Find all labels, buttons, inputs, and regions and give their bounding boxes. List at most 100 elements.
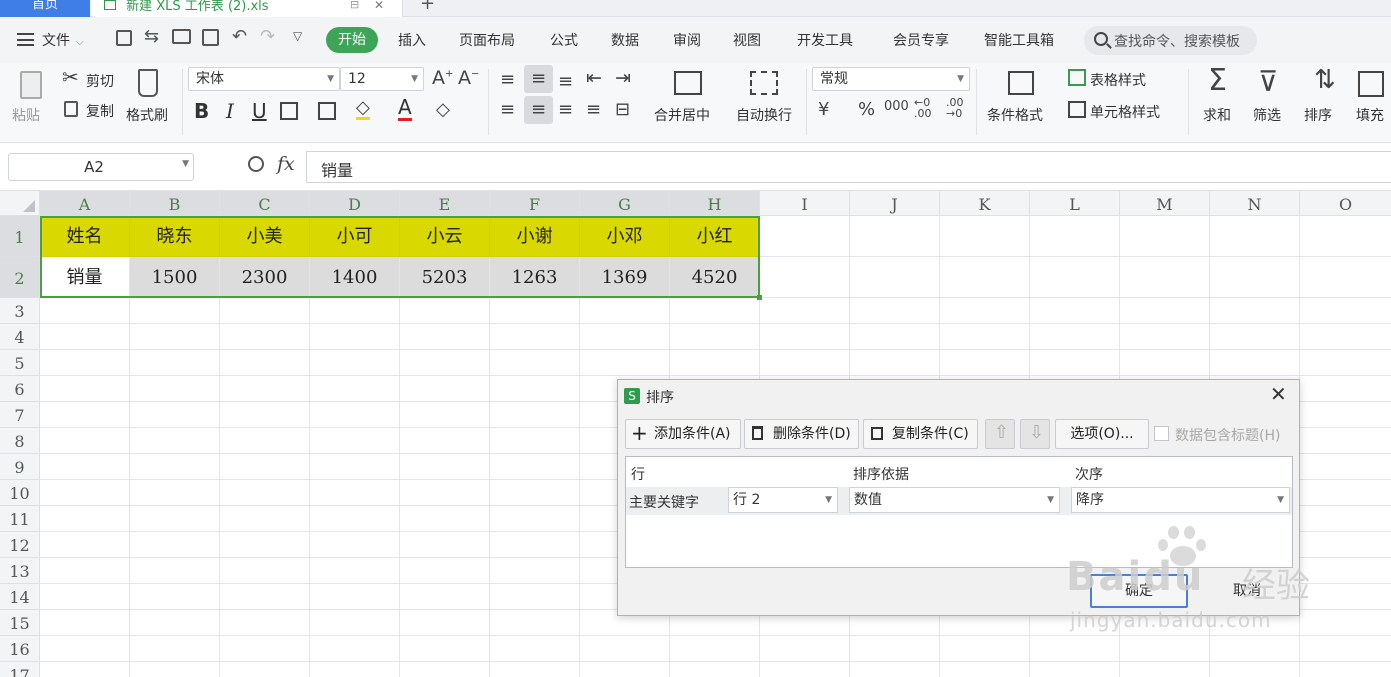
cell-f5[interactable] <box>490 350 580 376</box>
row-header-10[interactable]: 10 <box>0 480 40 506</box>
column-header-k[interactable]: K <box>940 191 1030 216</box>
cell-o4[interactable] <box>1300 324 1391 350</box>
name-box[interactable]: A2 ▼ <box>8 153 194 181</box>
cell-c4[interactable] <box>220 324 310 350</box>
cell-c6[interactable] <box>220 376 310 402</box>
increase-indent-icon[interactable]: ⇥ <box>615 67 631 89</box>
cell-e7[interactable] <box>400 402 490 428</box>
cell-l5[interactable] <box>1030 350 1120 376</box>
align-left-icon[interactable]: ≡ <box>500 99 515 120</box>
cell-i17[interactable] <box>760 662 850 677</box>
copy-button[interactable]: 复制 <box>60 99 120 123</box>
zoom-formula-icon[interactable] <box>248 156 264 172</box>
cell-o9[interactable] <box>1300 454 1391 480</box>
cell-a9[interactable] <box>40 454 130 480</box>
cell-i1[interactable] <box>760 216 850 257</box>
font-color-icon[interactable]: A <box>398 97 412 121</box>
print-icon[interactable] <box>172 29 191 44</box>
redo-icon[interactable]: ↷ <box>260 26 275 47</box>
currency-icon[interactable]: ¥ <box>818 99 829 120</box>
format-painter-button[interactable]: 格式刷 <box>124 67 176 127</box>
column-header-h[interactable]: H <box>670 191 760 216</box>
cell-a14[interactable] <box>40 584 130 610</box>
fill-button[interactable]: 填充 <box>1354 67 1391 127</box>
cell-c12[interactable] <box>220 532 310 558</box>
menu-tab-view[interactable]: 视图 <box>733 30 761 50</box>
cell-f9[interactable] <box>490 454 580 480</box>
cell-d4[interactable] <box>310 324 400 350</box>
cell-c3[interactable] <box>220 298 310 324</box>
menu-tab-review[interactable]: 审阅 <box>673 30 701 50</box>
cell-o17[interactable] <box>1300 662 1391 677</box>
cell-n17[interactable] <box>1210 662 1300 677</box>
copy-condition-button[interactable]: 复制条件(C) <box>863 419 978 449</box>
cell-k5[interactable] <box>940 350 1030 376</box>
cell-c11[interactable] <box>220 506 310 532</box>
cell-k4[interactable] <box>940 324 1030 350</box>
cell-g5[interactable] <box>580 350 670 376</box>
hamburger-icon[interactable] <box>17 33 34 46</box>
row-header-16[interactable]: 16 <box>0 636 40 662</box>
borders-icon[interactable] <box>280 102 298 120</box>
number-format-select[interactable]: 常规 ▼ <box>812 67 970 91</box>
cell-b10[interactable] <box>130 480 220 506</box>
wrap-text-button[interactable]: 自动换行 <box>732 67 800 127</box>
add-condition-button[interactable]: + 添加条件(A) <box>625 419 741 449</box>
menu-tab-insert[interactable]: 插入 <box>398 30 426 50</box>
file-menu[interactable]: 文件 ⌵ <box>42 30 84 50</box>
cell-k3[interactable] <box>940 298 1030 324</box>
cell-j4[interactable] <box>850 324 940 350</box>
row-header-8[interactable]: 8 <box>0 428 40 454</box>
cell-f12[interactable] <box>490 532 580 558</box>
row-header-13[interactable]: 13 <box>0 558 40 584</box>
cell-c17[interactable] <box>220 662 310 677</box>
cell-d6[interactable] <box>310 376 400 402</box>
table-style-button[interactable]: 表格样式 <box>1066 67 1166 91</box>
cell-c14[interactable] <box>220 584 310 610</box>
cell-f8[interactable] <box>490 428 580 454</box>
cell-n3[interactable] <box>1210 298 1300 324</box>
cell-c8[interactable] <box>220 428 310 454</box>
italic-icon[interactable]: I <box>226 99 234 123</box>
cell-m5[interactable] <box>1120 350 1210 376</box>
align-top-icon[interactable]: ≡ <box>500 69 515 90</box>
bold-icon[interactable]: B <box>194 99 209 123</box>
row-header-12[interactable]: 12 <box>0 532 40 558</box>
cell-o6[interactable] <box>1300 376 1391 402</box>
cell-b3[interactable] <box>130 298 220 324</box>
cell-c5[interactable] <box>220 350 310 376</box>
cell-o3[interactable] <box>1300 298 1391 324</box>
export-icon[interactable]: ⇆ <box>144 26 159 47</box>
column-header-i[interactable]: I <box>760 191 850 216</box>
column-header-f[interactable]: F <box>490 191 580 216</box>
row-header-3[interactable]: 3 <box>0 298 40 324</box>
clear-format-icon[interactable]: ◇ <box>436 99 450 120</box>
cell-d8[interactable] <box>310 428 400 454</box>
cell-f10[interactable] <box>490 480 580 506</box>
cell-g3[interactable] <box>580 298 670 324</box>
merge-center-button[interactable]: 合并居中 <box>650 67 728 127</box>
cell-b7[interactable] <box>130 402 220 428</box>
increase-decimal-icon[interactable]: ←0.00 <box>914 97 932 119</box>
cell-a8[interactable] <box>40 428 130 454</box>
formula-input[interactable]: 销量 <box>306 151 1391 183</box>
cell-e4[interactable] <box>400 324 490 350</box>
sort-button[interactable]: ⇅ 排序 <box>1302 65 1350 127</box>
insert-function-icon[interactable]: fx <box>277 153 295 175</box>
align-bottom-icon[interactable]: ≡ <box>558 71 573 92</box>
menu-tab-smart-toolbox[interactable]: 智能工具箱 <box>984 30 1054 50</box>
cell-f7[interactable] <box>490 402 580 428</box>
cell-e11[interactable] <box>400 506 490 532</box>
underline-icon[interactable]: U <box>252 99 267 123</box>
column-header-c[interactable]: C <box>220 191 310 216</box>
cell-b9[interactable] <box>130 454 220 480</box>
column-header-o[interactable]: O <box>1300 191 1391 216</box>
percent-icon[interactable]: % <box>858 99 875 120</box>
quick-access-more-icon[interactable]: ▽ <box>293 29 302 43</box>
cell-a6[interactable] <box>40 376 130 402</box>
filter-button[interactable]: ⊽ 筛选 <box>1250 65 1298 127</box>
cell-b12[interactable] <box>130 532 220 558</box>
cell-d16[interactable] <box>310 636 400 662</box>
cell-e14[interactable] <box>400 584 490 610</box>
cell-h17[interactable] <box>670 662 760 677</box>
